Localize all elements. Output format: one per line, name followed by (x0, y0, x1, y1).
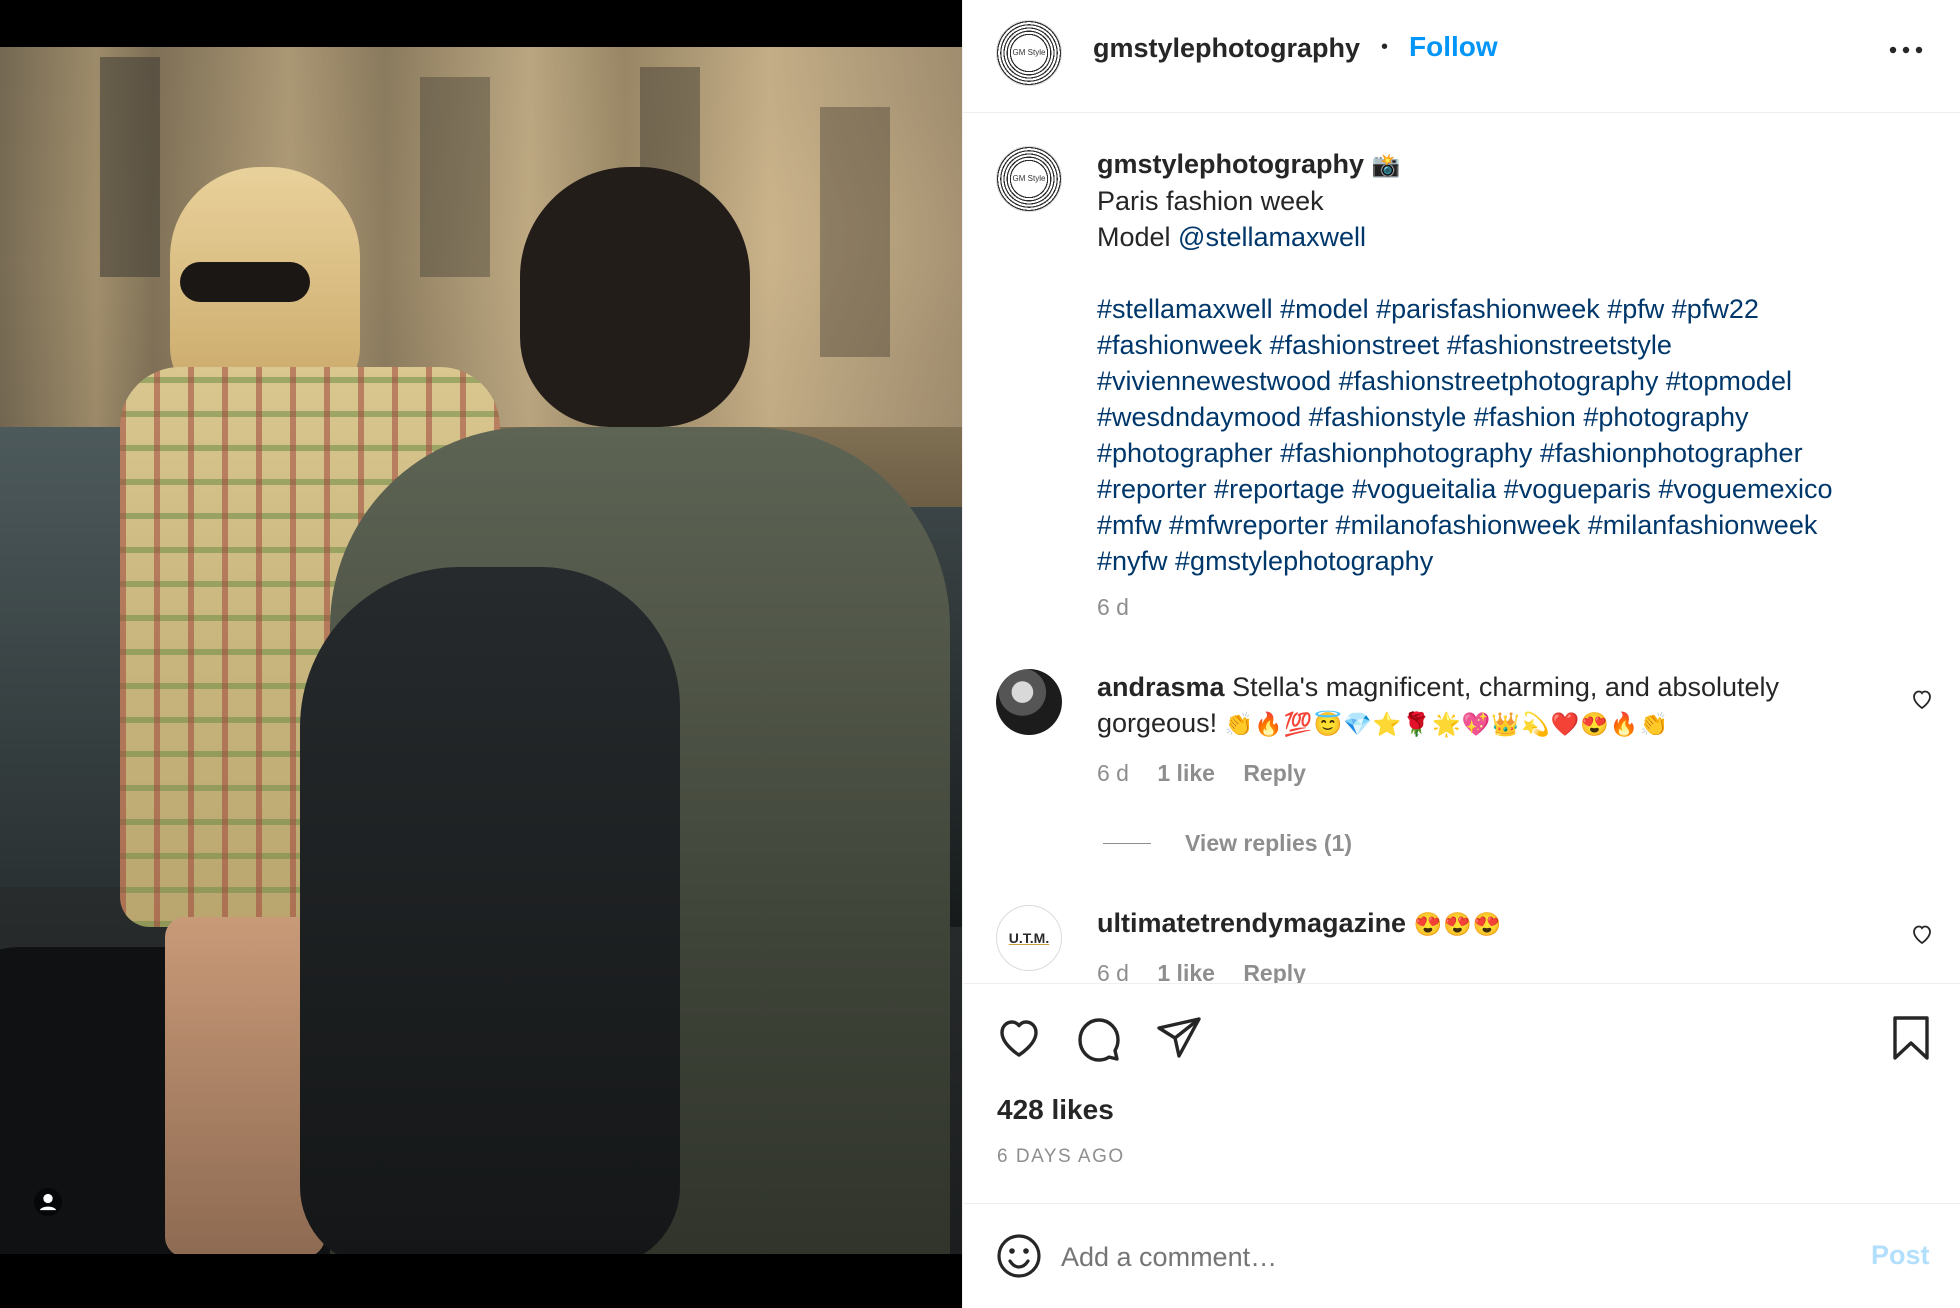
post-header: GM Style gmstylephotography • Follow (963, 0, 1960, 113)
comment-text: andrasma Stella's magnificent, charming,… (1097, 669, 1897, 742)
post-date[interactable]: 6 DAYS AGO (997, 1146, 1125, 1168)
hashtag-line[interactable]: #nyfw #gmstylephotography (1097, 543, 1927, 579)
bookmark-icon[interactable] (1887, 1014, 1935, 1062)
reply-button[interactable]: Reply (1243, 960, 1306, 983)
hashtag-line[interactable]: #photographer #fashionphotography #fashi… (1097, 435, 1927, 471)
post-side-panel: GM Style gmstylephotography • Follow GM … (962, 0, 1960, 1308)
user-tag-icon[interactable] (34, 1188, 62, 1216)
caption-line-model: Model @stellamaxwell (1097, 219, 1927, 255)
comment-age[interactable]: 6 d (1097, 760, 1129, 786)
separator-dot: • (1381, 36, 1389, 58)
heart-icon[interactable] (995, 1014, 1043, 1062)
post-caption: gmstylephotography 📸 Paris fashion week … (1097, 146, 1927, 579)
post-media-panel (0, 0, 962, 1308)
hashtag-line[interactable]: #fashionweek #fashionstreet #fashionstre… (1097, 327, 1927, 363)
post-actions: 428 likes 6 DAYS AGO (963, 983, 1960, 1205)
caption-author[interactable]: gmstylephotography (1097, 149, 1364, 179)
comment-body-line2: gorgeous! (1097, 708, 1225, 738)
comment-username[interactable]: ultimatetrendymagazine (1097, 908, 1406, 938)
hashtag-line[interactable]: #wesdndaymood #fashionstyle #fashion #ph… (1097, 399, 1927, 435)
comment-text: ultimatetrendymagazine 😍😍😍 (1097, 905, 1897, 942)
hashtag-line[interactable]: #viviennewestwood #fashionstreetphotogra… (1097, 363, 1927, 399)
comment-like-heart-icon[interactable] (1910, 687, 1934, 711)
camera-emoji: 📸 (1371, 152, 1402, 178)
comment-input[interactable] (1059, 1232, 1763, 1282)
comment-username[interactable]: andrasma (1097, 672, 1225, 702)
reply-button[interactable]: Reply (1243, 760, 1306, 786)
comment-like-heart-icon[interactable] (1910, 922, 1934, 946)
comment-emojis: 😍😍😍 (1413, 911, 1503, 937)
model-prefix: Model (1097, 222, 1179, 252)
view-replies-button[interactable]: View replies (1) (1185, 830, 1352, 857)
caption-author-avatar[interactable]: GM Style (996, 146, 1062, 212)
comment-icon[interactable] (1075, 1014, 1123, 1062)
utm-logo-text: U.T.M. (1008, 930, 1050, 946)
share-icon[interactable] (1155, 1014, 1203, 1062)
post-comment-button[interactable]: Post (1871, 1240, 1930, 1271)
emoji-icon[interactable] (995, 1232, 1043, 1280)
mention-link[interactable]: @stellamaxwell (1178, 222, 1366, 252)
comment-likes[interactable]: 1 like (1157, 960, 1215, 983)
comment-likes[interactable]: 1 like (1157, 760, 1215, 786)
author-username[interactable]: gmstylephotography (1093, 33, 1360, 64)
likes-count[interactable]: 428 likes (997, 1094, 1114, 1126)
post-photo[interactable] (0, 47, 962, 1254)
caption-avatar-text: GM Style (1011, 161, 1047, 197)
follow-button[interactable]: Follow (1409, 31, 1498, 63)
commenter-avatar[interactable] (996, 669, 1062, 735)
hashtag-line[interactable]: #stellamaxwell #model #parisfashionweek … (1097, 291, 1927, 327)
comment-body-line1: Stella's magnificent, charming, and abso… (1224, 672, 1780, 702)
caption-age[interactable]: 6 d (1097, 594, 1129, 621)
author-avatar[interactable]: GM Style (996, 20, 1062, 86)
comment-meta: 6 d 1 like Reply (1097, 960, 1328, 983)
hashtag-line[interactable]: #mfw #mfwreporter #milanofashionweek #mi… (1097, 507, 1927, 543)
comment-meta-clip: 6 d 1 like Reply (963, 955, 1960, 983)
comment-meta: 6 d 1 like Reply (1097, 760, 1328, 787)
comment-emojis: 👏🔥💯😇💎⭐🌹🌟💖👑💫❤️😍🔥👏 (1224, 711, 1670, 737)
caption-line-event: Paris fashion week (1097, 186, 1324, 216)
comment-age[interactable]: 6 d (1097, 960, 1129, 983)
hashtag-line[interactable]: #reporter #reportage #vogueitalia #vogue… (1097, 471, 1927, 507)
more-options-icon[interactable] (1888, 44, 1924, 56)
author-avatar-text: GM Style (1011, 35, 1047, 71)
view-replies-line (1103, 843, 1151, 844)
comment-composer: Post (963, 1203, 1960, 1308)
